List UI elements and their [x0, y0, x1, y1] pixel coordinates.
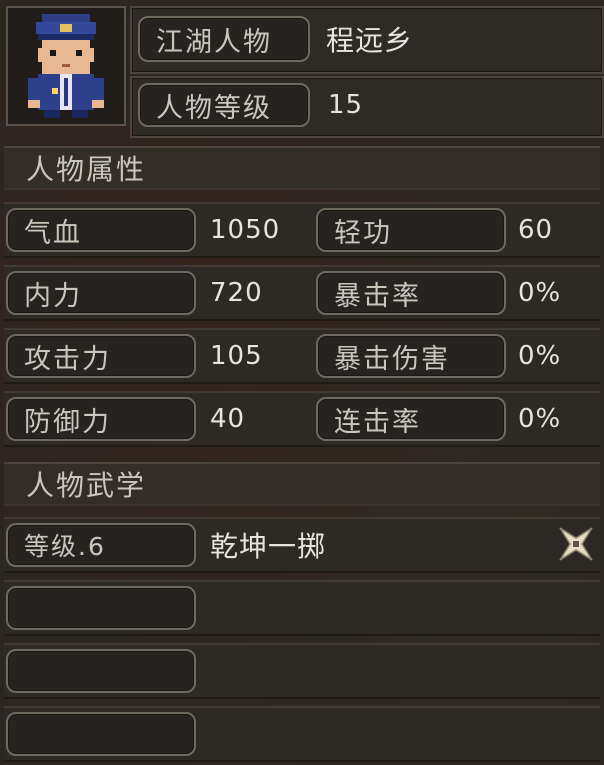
name-value: 程远乡	[326, 24, 414, 57]
name-label: 江湖人物	[138, 16, 310, 62]
skill-level-label	[6, 712, 196, 756]
attr-value-hp: 1050	[210, 215, 281, 245]
attr-value-crit-rate: 0%	[518, 278, 562, 308]
attributes-section-title: 人物属性	[4, 146, 600, 190]
level-label: 人物等级	[138, 83, 310, 127]
attr-label-defense: 防御力	[6, 397, 196, 441]
skill-level-label	[6, 649, 196, 693]
attr-value-combo-rate: 0%	[518, 404, 562, 434]
attr-label-crit-damage: 暴击伤害	[316, 334, 506, 378]
shuriken-icon[interactable]	[558, 526, 594, 562]
skill-level-label: 等级.6	[6, 523, 196, 567]
attr-value-attack: 105	[210, 341, 263, 371]
skill-name: 乾坤一掷	[210, 530, 327, 563]
attr-value-crit-damage: 0%	[518, 341, 562, 371]
skill-level-label	[6, 586, 196, 630]
attr-value-agility: 60	[518, 215, 554, 245]
attr-label-crit-rate: 暴击率	[316, 271, 506, 315]
attr-label-attack: 攻击力	[6, 334, 196, 378]
attr-label-combo-rate: 连击率	[316, 397, 506, 441]
attr-label-hp: 气血	[6, 208, 196, 252]
attr-label-mp: 内力	[6, 271, 196, 315]
character-sprite-icon	[28, 14, 104, 118]
character-portrait	[6, 6, 126, 126]
attr-label-agility: 轻功	[316, 208, 506, 252]
attr-value-defense: 40	[210, 404, 246, 434]
martial-section-title: 人物武学	[4, 462, 600, 506]
attr-value-mp: 720	[210, 278, 263, 308]
level-value: 15	[328, 90, 364, 120]
